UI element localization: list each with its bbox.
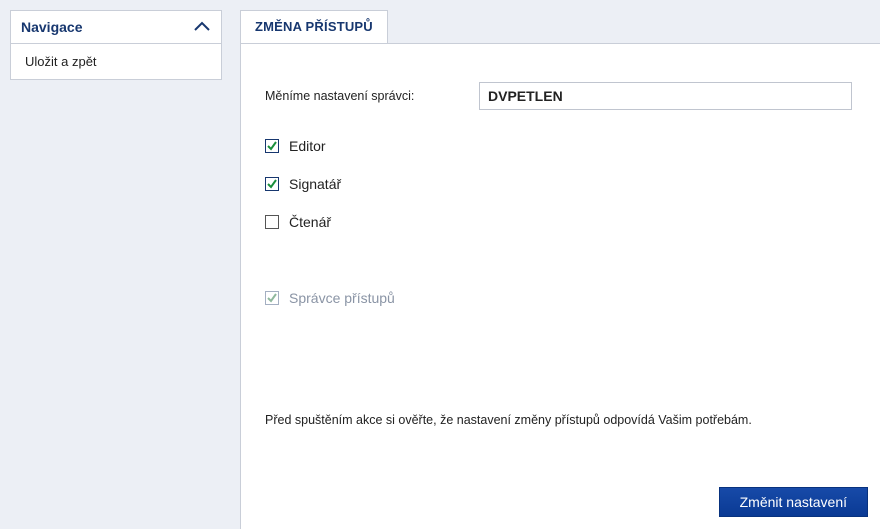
checkbox-signatar-label: Signatář [289,176,341,192]
checkbox-spravce [265,291,279,305]
tab-row: ZMĚNA PŘÍSTUPŮ [240,10,880,44]
admin-label: Měníme nastavení správci: [265,89,479,103]
tab-change-access[interactable]: ZMĚNA PŘÍSTUPŮ [240,10,388,44]
nav-panel: Navigace Uložit a zpět [10,10,222,80]
content-panel: Měníme nastavení správci: Editor Signatá… [240,43,880,529]
checkbox-editor[interactable] [265,139,279,153]
checkbox-signatar[interactable] [265,177,279,191]
admin-input[interactable] [479,82,852,110]
nav-header[interactable]: Navigace [11,11,221,44]
checkbox-ctenar[interactable] [265,215,279,229]
checkbox-ctenar-label: Čtenář [289,214,331,230]
chevron-up-icon [193,21,211,33]
checkbox-editor-label: Editor [289,138,326,154]
submit-button[interactable]: Změnit nastavení [719,487,868,517]
checkbox-spravce-label: Správce přístupů [289,290,395,306]
nav-title: Navigace [21,19,82,35]
nav-item-save-back[interactable]: Uložit a zpět [11,44,221,79]
notice-text: Před spuštěním akce si ověřte, že nastav… [265,413,752,427]
